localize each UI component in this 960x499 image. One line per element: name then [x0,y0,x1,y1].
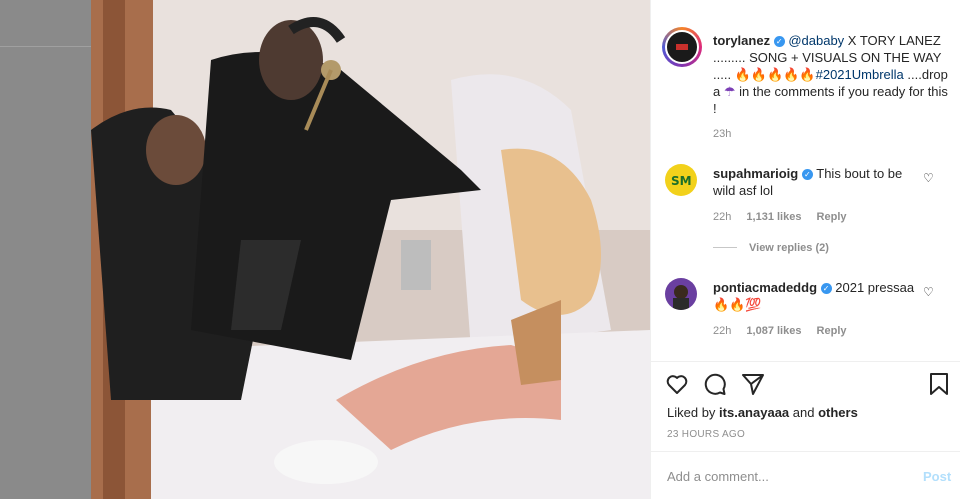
comment-icon[interactable] [703,372,727,396]
comment-likes[interactable]: 1,087 likes [746,325,801,337]
background-overlay [0,0,91,499]
author-avatar[interactable] [662,27,702,67]
comment-body: supahmarioig ✓ This bout to be wild asf … [713,165,923,199]
likes-summary: Liked by its.anayaaa and others [667,405,858,420]
heart-icon[interactable] [665,372,689,396]
post-caption: torylanez ✓ @dababy X TORY LANEZ .......… [713,32,953,117]
verified-badge-icon: ✓ [773,36,785,47]
caption-fire-emoji: 🔥🔥🔥🔥🔥 [734,67,816,82]
bookmark-icon-shape [930,373,948,395]
comment-avatar-art [673,285,689,310]
heart-icon-shape [666,375,688,394]
comment-time[interactable]: 22h [713,325,731,337]
author-avatar-image [665,30,699,64]
comment-likes[interactable]: 1,131 likes [746,211,801,223]
caption-text-3: in the comments if you ready for this ! [713,84,948,116]
view-replies-label: View replies (2) [749,242,829,254]
likes-prefix: Liked by [667,405,720,420]
author-username[interactable]: torylanez [713,33,770,48]
comment-text: 2021 pressaa [835,280,915,295]
comment-reply-button[interactable]: Reply [817,211,847,223]
view-replies-link[interactable]: View replies (2) [713,242,829,254]
comment-meta: 22h 1,131 likes Reply [713,211,859,223]
comment-emoji: 🔥🔥💯 [713,297,762,312]
share-icon[interactable] [741,372,765,396]
svg-text:SM: SM [671,174,692,188]
comment-avatar-art: SM [671,174,692,188]
caption-mention-link[interactable]: @dababy [788,33,844,48]
comment-avatar[interactable]: SM [665,164,697,196]
liked-by-user-link[interactable]: its.anayaaa [719,405,789,420]
gutter-divider [0,46,91,47]
verified-badge-icon: ✓ [801,169,813,180]
verified-badge-icon: ✓ [820,283,832,294]
comment-like-heart-icon[interactable]: ♡ [923,172,935,184]
umbrella-emoji: ☂ [723,84,736,99]
post-date[interactable]: 23 HOURS AGO [667,429,745,440]
post-time[interactable]: 23h [713,128,731,140]
comment-like-heart-icon[interactable]: ♡ [923,286,935,298]
comment-avatar[interactable] [665,278,697,310]
comment-username[interactable]: supahmarioig [713,166,798,181]
add-comment-input[interactable]: Add a comment... [667,469,769,484]
comment-meta: 22h 1,087 likes Reply [713,325,859,337]
comment-box-divider [651,451,960,452]
comment-reply-button[interactable]: Reply [817,325,847,337]
comment-body: pontiacmadeddg ✓ 2021 pressaa 🔥🔥💯 [713,279,923,313]
comment-username[interactable]: pontiacmadeddg [713,280,817,295]
share-icon-shape [742,374,764,395]
comment-icon-shape [704,373,726,395]
likes-middle: and [789,405,819,420]
post-image[interactable] [91,0,650,499]
post-comment-button[interactable]: Post [923,469,951,484]
liked-by-others-link[interactable]: others [818,405,858,420]
caption-hashtag-link[interactable]: #2021Umbrella [816,67,904,82]
comment-time[interactable]: 22h [713,211,731,223]
post-side-panel: torylanez ✓ @dababy X TORY LANEZ .......… [650,0,960,499]
replies-divider [713,247,737,248]
actions-divider [651,361,960,362]
bookmark-icon[interactable] [927,372,951,396]
post-photo-illustration [91,0,650,499]
